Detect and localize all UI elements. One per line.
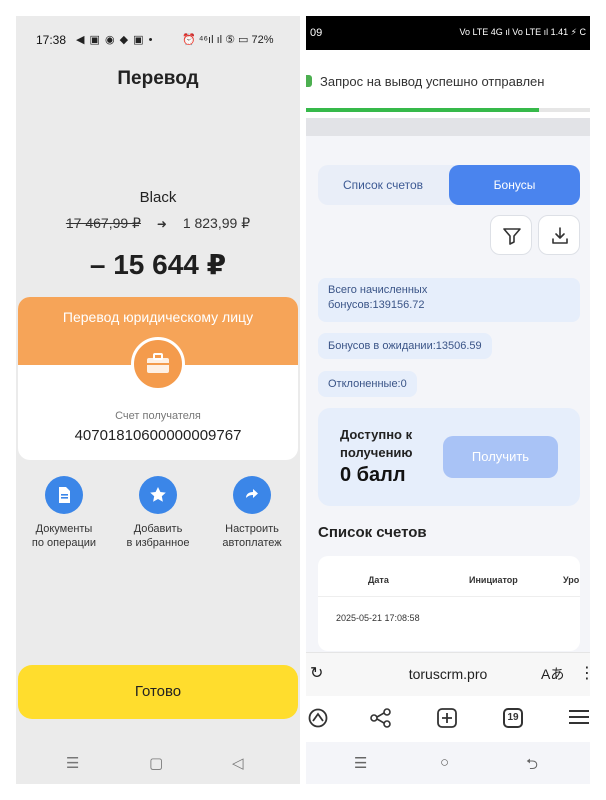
status-time: 17:38 bbox=[36, 33, 67, 47]
available-value: 0 балл bbox=[340, 464, 406, 486]
browser-home-icon[interactable] bbox=[308, 708, 328, 728]
toast-progress-bar bbox=[306, 108, 539, 112]
status-bar: 09 Vo LTE 4G ıl Vo LTE ıl 1.41 ⚡ C bbox=[306, 16, 590, 50]
success-toast: Запрос на вывод успешно отправлен bbox=[306, 50, 590, 118]
hamburger-menu-icon[interactable] bbox=[568, 708, 590, 726]
tab-count-button[interactable]: 19 bbox=[503, 708, 523, 728]
home-icon[interactable]: ▢ bbox=[149, 754, 163, 772]
repeat-icon bbox=[233, 476, 271, 514]
browser-toolbar: 19 bbox=[306, 696, 590, 742]
pending-bonuses-badge: Бонусов в ожидании:13506.59 bbox=[318, 333, 492, 359]
download-icon bbox=[552, 227, 568, 244]
done-button[interactable]: Готово bbox=[18, 665, 298, 719]
briefcase-icon bbox=[131, 337, 185, 391]
old-balance: 17 467,99 ₽ bbox=[65, 215, 141, 231]
column-header-level: Уро bbox=[563, 575, 580, 585]
status-time: 09 bbox=[310, 27, 323, 39]
new-balance: 1 823,99 ₽ bbox=[182, 215, 251, 231]
filter-icon bbox=[503, 228, 521, 245]
toast-progress-track bbox=[538, 108, 590, 112]
success-indicator bbox=[306, 75, 312, 87]
new-tab-icon[interactable] bbox=[437, 708, 457, 728]
menu-icon[interactable]: ☰ bbox=[66, 754, 79, 772]
download-button[interactable] bbox=[538, 215, 580, 255]
browser-url-bar: ↻ toruscrm.pro Aあ ⋮ bbox=[306, 652, 590, 696]
add-favorite-label: Добавить в избранное bbox=[126, 523, 190, 549]
translate-icon[interactable]: Aあ bbox=[541, 664, 564, 684]
status-bar: 17:38 ◀ ▣ ◉ ◆ ▣ • ⏰ ⁴⁶ıl ıl ⑤ ▭ 72% bbox=[16, 30, 300, 50]
table-row-date: 2025-05-21 17:08:58 bbox=[336, 613, 420, 623]
available-label: Доступно к получению bbox=[340, 427, 413, 460]
filter-button[interactable] bbox=[490, 215, 532, 255]
home-icon[interactable]: ○ bbox=[440, 754, 449, 771]
system-nav-bar: ☰ ○ ⮌ bbox=[306, 754, 590, 774]
tab-accounts-list[interactable]: Список счетов bbox=[318, 165, 448, 205]
system-icons: ⏰ ⁴⁶ıl ıl ⑤ ▭ 72% bbox=[182, 34, 274, 46]
claim-button[interactable]: Получить bbox=[443, 436, 558, 478]
crm-bonuses-screen: 09 Vo LTE 4G ıl Vo LTE ıl 1.41 ⚡ C Запро… bbox=[306, 16, 590, 784]
document-icon bbox=[45, 476, 83, 514]
tab-bonuses[interactable]: Бонусы bbox=[449, 165, 580, 205]
available-bonuses-card: Доступно к получению 0 балл Получить bbox=[318, 408, 580, 506]
autopay-button[interactable]: Настроить автоплатеж bbox=[208, 476, 296, 550]
share-icon[interactable] bbox=[370, 708, 392, 728]
arrow-right-icon: ➜ bbox=[156, 217, 167, 231]
system-icons: Vo LTE 4G ıl Vo LTE ıl 1.41 ⚡ C bbox=[459, 27, 586, 37]
page-title: Перевод bbox=[117, 68, 199, 89]
recipient-label: Счет получателя bbox=[115, 410, 201, 422]
more-menu-icon[interactable]: ⋮ bbox=[579, 663, 590, 683]
menu-icon[interactable]: ☰ bbox=[354, 754, 367, 772]
add-favorite-button[interactable]: Добавить в избранное bbox=[114, 476, 202, 550]
section-title: Список счетов bbox=[318, 524, 427, 541]
documents-label: Документы по операции bbox=[31, 523, 97, 549]
star-icon bbox=[139, 476, 177, 514]
transfer-amount: – 15 644 ₽ bbox=[89, 249, 227, 280]
card-title: Перевод юридическому лицу bbox=[62, 309, 254, 325]
tab-switcher: Список счетов Бонусы bbox=[318, 165, 580, 205]
total-bonuses-badge: Всего начисленных бонусов:139156.72 bbox=[318, 278, 580, 322]
accounts-table: Дата Инициатор Уро 2025-05-21 17:08:58 bbox=[318, 556, 580, 651]
back-icon[interactable]: ◁ bbox=[232, 754, 244, 772]
column-header-date: Дата bbox=[368, 575, 389, 585]
system-nav-bar: ☰ ▢ ◁ bbox=[16, 754, 300, 774]
account-name: Black bbox=[139, 189, 177, 206]
recipient-account-number: 40701810600000009767 bbox=[74, 427, 242, 444]
transfer-card[interactable]: Перевод юридическому лицу Счет получател… bbox=[18, 297, 298, 460]
column-header-initiator: Инициатор bbox=[469, 575, 518, 585]
autopay-label: Настроить автоплатеж bbox=[222, 523, 282, 549]
bank-transfer-screen: 17:38 ◀ ▣ ◉ ◆ ▣ • ⏰ ⁴⁶ıl ıl ⑤ ▭ 72% Пере… bbox=[16, 16, 300, 784]
notification-icons: ◀ ▣ ◉ ◆ ▣ • bbox=[76, 34, 154, 46]
toast-message: Запрос на вывод успешно отправлен bbox=[320, 74, 545, 89]
balance-change: 17 467,99 ₽ ➜ 1 823,99 ₽ bbox=[16, 215, 300, 232]
documents-button[interactable]: Документы по операции bbox=[20, 476, 108, 550]
back-icon[interactable]: ⮌ bbox=[526, 754, 538, 779]
overlay-strip bbox=[306, 118, 590, 136]
rejected-badge: Отклоненные:0 bbox=[318, 371, 417, 397]
table-divider bbox=[318, 596, 580, 597]
